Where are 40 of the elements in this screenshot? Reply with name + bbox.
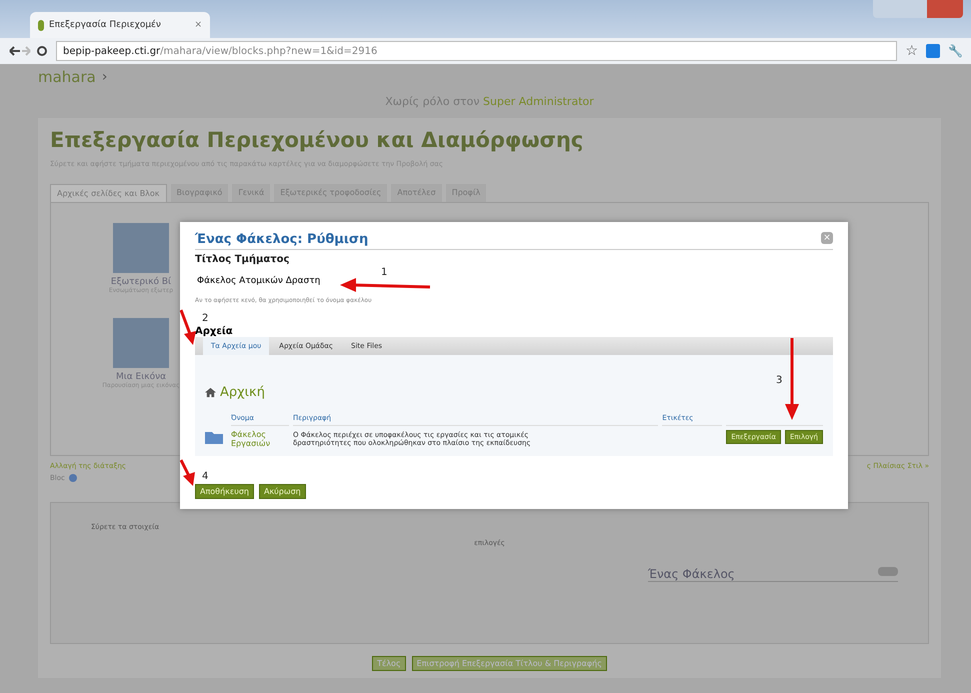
tab-title: Επεξεργασία Περιεχομέν xyxy=(49,20,161,30)
folder-name-link[interactable]: Φάκελος Εργασιών xyxy=(231,426,289,448)
tab-close-button[interactable]: × xyxy=(194,20,202,30)
files-label: Αρχεία xyxy=(195,326,234,337)
category-tab[interactable]: Αρχικές σελίδες και Βλοκ xyxy=(50,184,167,202)
folder-heading: Αρχική xyxy=(220,385,265,400)
block-name[interactable]: Μια Εικόνα xyxy=(101,372,181,382)
user-link[interactable]: Super Administrator xyxy=(483,95,594,108)
annotation-number: 4 xyxy=(202,471,208,482)
page-button[interactable]: Επιστροφή Επεξεργασία Τίτλου & Περιγραφής xyxy=(412,656,607,671)
block-name[interactable]: Εξωτερικό Βί xyxy=(101,277,181,287)
annotation-number: 1 xyxy=(381,267,388,278)
dialog-button[interactable]: Ακύρωση xyxy=(258,484,306,499)
block-title: Ένας Φάκελος xyxy=(648,567,735,581)
annotation-arrow xyxy=(180,459,195,486)
tab-favicon-icon xyxy=(38,20,44,30)
block-thumbnail-icon[interactable] xyxy=(113,318,169,368)
address-field[interactable]: bepip-pakeep.cti.gr/mahara/view/blocks.php?new=1&id=2916 xyxy=(56,41,898,61)
page-button[interactable]: Τέλος xyxy=(372,656,406,671)
site-logo[interactable]: mahara xyxy=(38,68,96,86)
browser-tab[interactable]: Επεξεργασία Περιεχομέν × xyxy=(30,12,210,38)
wrench-icon[interactable]: 🔧 xyxy=(948,44,963,58)
field-label: Τίτλος Τμήματος xyxy=(195,254,290,265)
home-icon xyxy=(205,387,216,398)
dialog-button[interactable]: Αποθήκευση xyxy=(195,484,254,499)
annotation-number: 3 xyxy=(776,375,782,386)
folder-icon xyxy=(205,430,223,444)
annotation-arrow xyxy=(180,309,196,345)
help-icon[interactable] xyxy=(68,474,77,482)
caret-icon[interactable]: › xyxy=(102,69,108,85)
block-thumbnail-icon[interactable] xyxy=(113,223,169,273)
block-controls-icon[interactable] xyxy=(878,567,898,576)
extension-icon[interactable] xyxy=(926,44,940,58)
page-title: Επεξεργασία Περιεχομένου και Διαμόρφωσης xyxy=(50,128,584,152)
dialog-title: Ένας Φάκελος: Ρύθμιση xyxy=(195,232,368,247)
star-icon[interactable]: ☆ xyxy=(905,43,918,59)
window-controls-icon[interactable] xyxy=(873,0,963,18)
close-button[interactable]: × xyxy=(821,232,833,244)
navigation-arrows-icon[interactable] xyxy=(8,44,48,58)
annotation-number: 2 xyxy=(202,313,208,324)
